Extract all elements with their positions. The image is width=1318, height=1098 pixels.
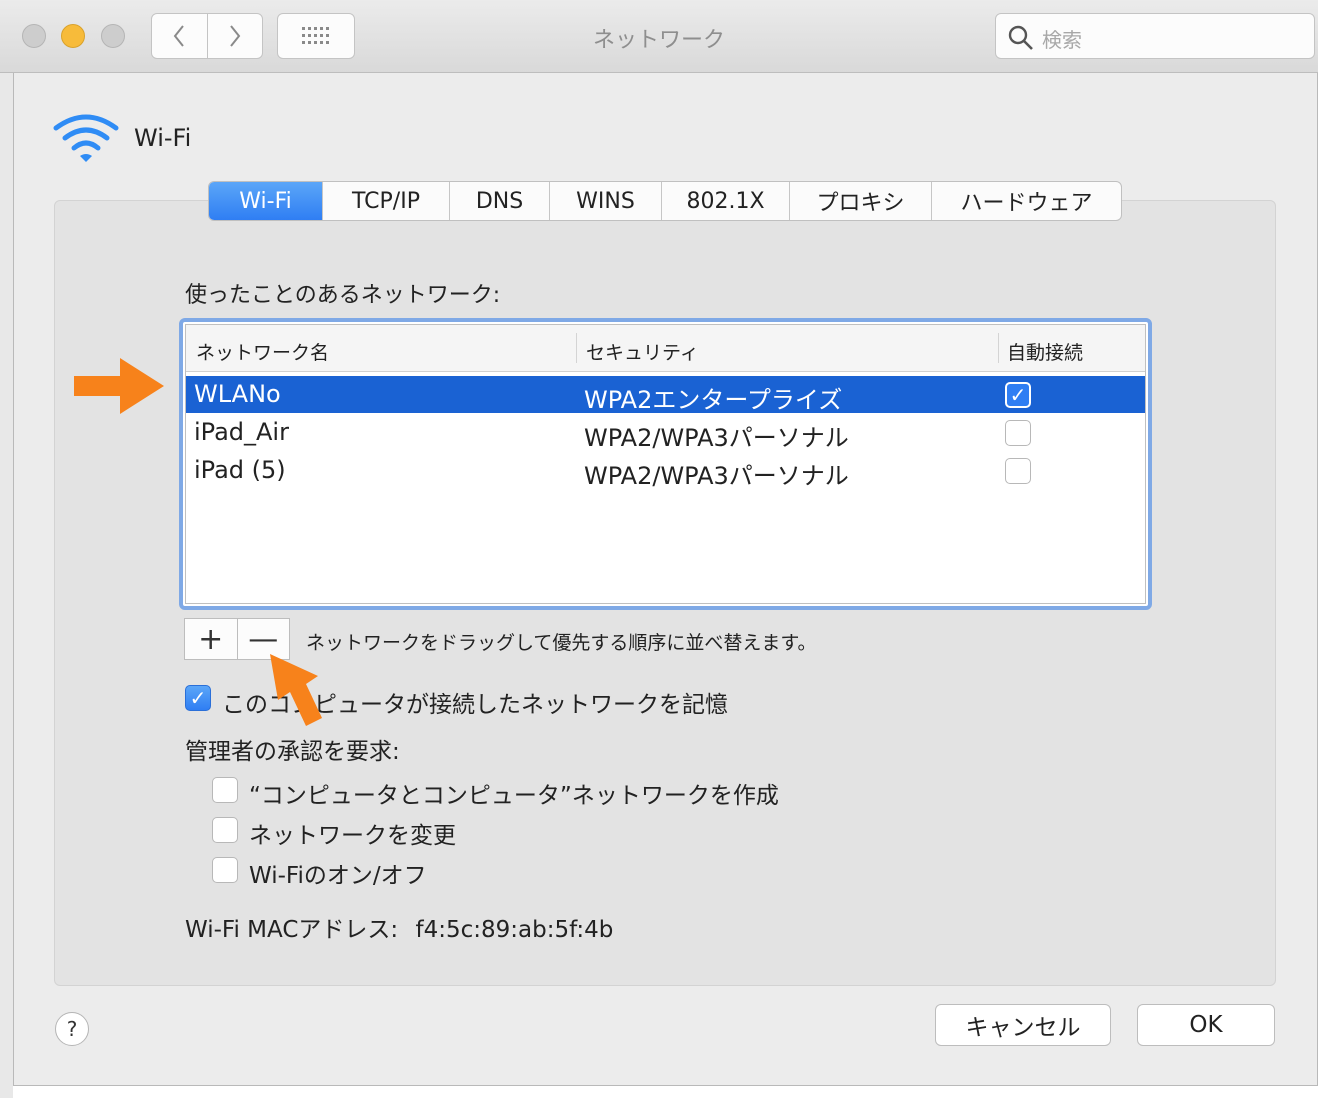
network-list[interactable]: ネットワーク名 セキュリティ 自動接続 WLANo WPA2エンタープライズ ✓… bbox=[179, 318, 1152, 610]
auto-join-checkbox[interactable]: ✓ bbox=[1005, 382, 1031, 408]
search-icon bbox=[1008, 25, 1033, 50]
tab-bar: Wi-Fi TCP/IP DNS WINS 802.1X プロキシ ハードウェア bbox=[208, 181, 1122, 221]
table-row[interactable]: iPad_Air WPA2/WPA3パーソナル bbox=[186, 414, 1145, 452]
wifi-power-checkbox[interactable] bbox=[212, 857, 238, 883]
network-security: WPA2/WPA3パーソナル bbox=[584, 462, 849, 490]
search-field[interactable]: 検索 bbox=[995, 13, 1315, 59]
reorder-hint: ネットワークをドラッグして優先する順序に並べ替えます。 bbox=[306, 632, 817, 654]
ok-button[interactable]: OK bbox=[1137, 1004, 1275, 1046]
change-networks-label: ネットワークを変更 bbox=[249, 823, 456, 849]
auto-join-checkbox[interactable] bbox=[1005, 420, 1031, 446]
table-row[interactable]: WLANo WPA2エンタープライズ ✓ bbox=[186, 376, 1145, 414]
tab-hardware[interactable]: ハードウェア bbox=[931, 182, 1121, 220]
tab-proxy[interactable]: プロキシ bbox=[789, 182, 931, 220]
column-header-name[interactable]: ネットワーク名 bbox=[196, 338, 329, 365]
mac-address: Wi-Fi MACアドレス: f4:5c:89:ab:5f:4b bbox=[185, 910, 613, 944]
tab-wins[interactable]: WINS bbox=[549, 182, 661, 220]
tab-tcpip[interactable]: TCP/IP bbox=[322, 182, 449, 220]
annotation-arrow-right-icon bbox=[74, 358, 164, 414]
network-security: WPA2/WPA3パーソナル bbox=[584, 424, 849, 452]
tab-dns[interactable]: DNS bbox=[449, 182, 549, 220]
help-button[interactable]: ? bbox=[55, 1012, 89, 1046]
wifi-icon bbox=[53, 114, 119, 162]
network-name: iPad (5) bbox=[194, 456, 286, 484]
search-placeholder: 検索 bbox=[1042, 28, 1082, 52]
mac-address-label: Wi-Fi MACアドレス: bbox=[185, 917, 399, 943]
table-header: ネットワーク名 セキュリティ 自動接続 bbox=[186, 325, 1145, 372]
create-computer-network-label: “コンピュータとコンピュータ”ネットワークを作成 bbox=[249, 783, 779, 809]
column-header-auto-join[interactable]: 自動接続 bbox=[1007, 338, 1083, 365]
remember-networks-checkbox[interactable]: ✓ bbox=[185, 685, 211, 711]
table-row[interactable]: iPad (5) WPA2/WPA3パーソナル bbox=[186, 452, 1145, 490]
tab-8021x[interactable]: 802.1X bbox=[661, 182, 789, 220]
change-networks-checkbox[interactable] bbox=[212, 817, 238, 843]
add-network-button[interactable]: + bbox=[185, 619, 237, 659]
admin-section-label: 管理者の承認を要求: bbox=[185, 739, 400, 765]
create-computer-network-checkbox[interactable] bbox=[212, 777, 238, 803]
cancel-button[interactable]: キャンセル bbox=[935, 1004, 1111, 1046]
network-security: WPA2エンタープライズ bbox=[584, 386, 843, 414]
window-edge bbox=[0, 0, 13, 1098]
network-name: WLANo bbox=[194, 380, 281, 408]
auto-join-checkbox[interactable] bbox=[1005, 458, 1031, 484]
column-header-security[interactable]: セキュリティ bbox=[586, 338, 699, 365]
interface-name: Wi-Fi bbox=[134, 124, 192, 152]
annotation-arrow-up-icon bbox=[270, 654, 322, 726]
network-name: iPad_Air bbox=[194, 418, 289, 446]
wifi-power-label: Wi-Fiのオン/オフ bbox=[249, 863, 427, 889]
title-bar: ネットワーク 検索 bbox=[0, 0, 1318, 73]
tab-wifi[interactable]: Wi-Fi bbox=[209, 182, 322, 220]
mac-address-value: f4:5c:89:ab:5f:4b bbox=[415, 917, 614, 943]
networks-section-label: 使ったことのあるネットワーク: bbox=[185, 283, 501, 308]
